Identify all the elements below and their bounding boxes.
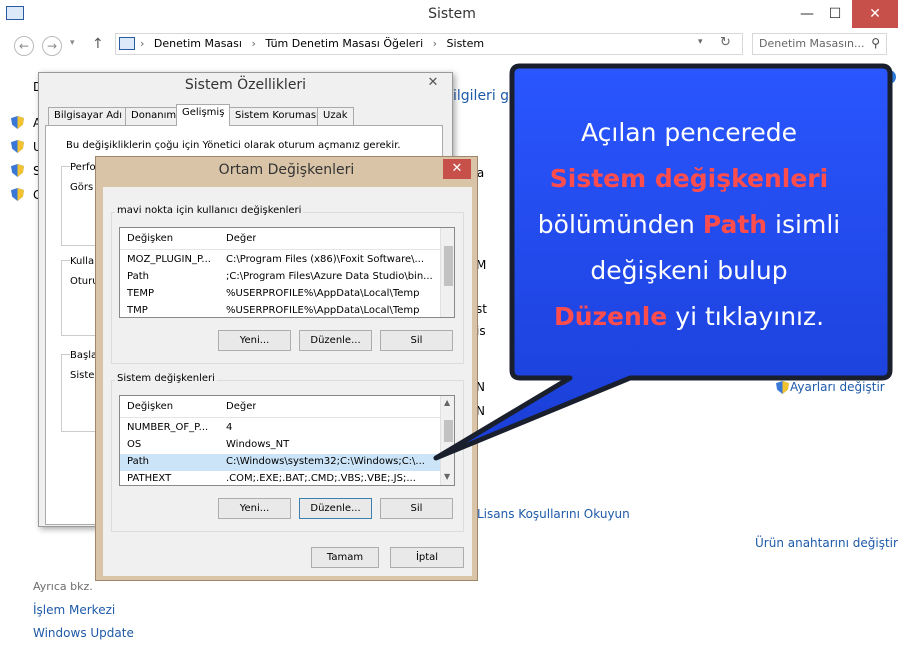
row-value: %USERPROFILE%\AppData\Local\Temp: [226, 305, 420, 316]
user-profiles-sub: Oturu: [70, 276, 98, 287]
tab-advanced[interactable]: Gelişmiş: [176, 104, 231, 126]
windows-update-link[interactable]: Windows Update: [33, 626, 134, 640]
breadcrumb-sep-icon: ›: [140, 37, 145, 50]
callout-line-5: Düzenle yi tıklayınız.: [487, 294, 891, 340]
system-edit-button[interactable]: Düzenle...: [299, 498, 372, 519]
row-variable: Path: [127, 456, 149, 467]
row-variable: PATHEXT: [127, 473, 172, 484]
back-arrow-icon[interactable]: ←: [14, 36, 34, 56]
breadcrumb-sep-icon: ›: [251, 37, 256, 50]
row-variable: TEMP: [127, 288, 155, 299]
list-header: Değişken Değer: [120, 396, 440, 418]
search-icon[interactable]: ⚲: [871, 36, 880, 50]
search-input[interactable]: Denetim Masasın... ⚲: [752, 33, 887, 55]
row-variable: TMP: [127, 305, 148, 316]
window-close-button[interactable]: ✕: [852, 0, 898, 28]
breadcrumb-sep-icon: ›: [432, 37, 438, 50]
column-variable[interactable]: Değişken: [127, 233, 173, 244]
table-row[interactable]: Path ;C:\Program Files\Azure Data Studio…: [120, 269, 440, 286]
callout-line-3: bölümünden Path isimli: [487, 202, 891, 248]
row-value: .COM;.EXE;.BAT;.CMD;.VBS;.VBE;.JS;...: [226, 473, 416, 484]
table-row[interactable]: TEMP %USERPROFILE%\AppData\Local\Temp: [120, 286, 440, 303]
row-value: C:\Windows\system32;C:\Windows;C:\...: [226, 456, 425, 467]
admin-note: Bu değişikliklerin çoğu için Yönetici ol…: [66, 140, 401, 151]
refresh-icon[interactable]: ↻: [720, 35, 731, 50]
table-row[interactable]: NUMBER_OF_P... 4: [120, 420, 440, 437]
callout-line-5b: yi tıklayınız.: [667, 302, 825, 331]
user-edit-button[interactable]: Düzenle...: [299, 330, 372, 351]
system-delete-button[interactable]: Sil: [380, 498, 453, 519]
up-arrow-icon[interactable]: ↑: [92, 36, 104, 52]
row-variable: Path: [127, 271, 149, 282]
user-new-button[interactable]: Yeni...: [218, 330, 291, 351]
address-bar[interactable]: › Denetim Masası › Tüm Denetim Masası Öğ…: [115, 33, 743, 55]
change-product-key-link[interactable]: Ürün anahtarını değiştir: [755, 536, 898, 550]
system-variables-label: Sistem değişkenleri: [115, 373, 217, 384]
tab-computer-name[interactable]: Bilgisayar Adı: [48, 107, 129, 125]
tab-system-protection[interactable]: Sistem Koruması: [229, 107, 325, 125]
shield-icon: [11, 164, 24, 177]
breadcrumb: › Denetim Masası › Tüm Denetim Masası Öğ…: [140, 37, 484, 50]
list-header: Değişken Değer: [120, 228, 440, 250]
control-panel-icon: [119, 37, 135, 50]
user-variables-label: mavi nokta için kullanıcı değişkenleri: [115, 205, 304, 216]
scroll-down-icon[interactable]: ▼: [444, 472, 450, 481]
row-value: %USERPROFILE%\AppData\Local\Temp: [226, 288, 420, 299]
startup-sub: Siste: [70, 370, 95, 381]
table-row[interactable]: OS Windows_NT: [120, 437, 440, 454]
system-variables-list[interactable]: Değişken Değer NUMBER_OF_P... 4 OS Windo…: [119, 395, 455, 486]
table-row[interactable]: PATHEXT .COM;.EXE;.BAT;.CMD;.VBS;.VBE;.J…: [120, 471, 440, 485]
address-dropdown-icon[interactable]: ▾: [698, 37, 703, 47]
shield-icon: [11, 116, 24, 129]
callout-line-3b: Path: [702, 210, 768, 239]
callout-line-3c: isimli: [767, 210, 841, 239]
breadcrumb-all-items[interactable]: Tüm Denetim Masası Öğeleri: [265, 37, 423, 50]
row-variable: NUMBER_OF_P...: [127, 422, 209, 433]
row-variable: OS: [127, 439, 142, 450]
tab-remote[interactable]: Uzak: [317, 107, 354, 125]
breadcrumb-control-panel[interactable]: Denetim Masası: [154, 37, 242, 50]
column-value[interactable]: Değer: [226, 233, 256, 244]
callout-line-4: değişkeni bulup: [590, 256, 788, 285]
system-new-button[interactable]: Yeni...: [218, 498, 291, 519]
action-center-link[interactable]: İşlem Merkezi: [33, 603, 115, 617]
table-row[interactable]: TMP %USERPROFILE%\AppData\Local\Temp: [120, 303, 440, 317]
system-properties-title: Sistem Özellikleri: [184, 77, 307, 93]
table-row-selected-path[interactable]: Path C:\Windows\system32;C:\Windows;C:\.…: [120, 454, 440, 471]
user-variables-list[interactable]: Değişken Değer MOZ_PLUGIN_P... C:\Progra…: [119, 227, 455, 318]
row-variable: MOZ_PLUGIN_P...: [127, 254, 211, 265]
environment-variables-body: mavi nokta için kullanıcı değişkenleri D…: [103, 187, 472, 576]
breadcrumb-system[interactable]: Sistem: [447, 37, 485, 50]
minimize-button[interactable]: —: [794, 0, 820, 28]
cancel-button[interactable]: İptal: [390, 547, 464, 568]
search-placeholder: Denetim Masasın...: [759, 37, 865, 50]
row-value: 4: [226, 422, 233, 433]
window-title: Sistem: [428, 6, 476, 22]
license-terms-link[interactable]: Lisans Koşullarını Okuyun: [477, 507, 630, 521]
ok-button[interactable]: Tamam: [311, 547, 379, 568]
see-also-heading: Ayrıca bkz.: [33, 580, 93, 593]
performance-sub: Görs: [70, 182, 94, 193]
maximize-button[interactable]: ☐: [822, 0, 848, 28]
table-row[interactable]: MOZ_PLUGIN_P... C:\Program Files (x86)\F…: [120, 252, 440, 269]
row-value: Windows_NT: [226, 439, 290, 450]
recent-chevron-icon[interactable]: ▾: [70, 38, 75, 48]
shield-icon: [11, 188, 24, 201]
callout-line-2: Sistem değişkenleri: [549, 164, 829, 193]
callout-text: Açılan pencerede Sistem değişkenleri böl…: [487, 110, 891, 340]
callout-line-5a: Düzenle: [553, 302, 668, 331]
column-value[interactable]: Değer: [226, 401, 256, 412]
row-value: ;C:\Program Files\Azure Data Studio\bin.…: [226, 271, 433, 282]
tab-hardware[interactable]: Donanım: [125, 107, 183, 125]
row-value: C:\Program Files (x86)\Foxit Software\..…: [226, 254, 425, 265]
callout-line-3a: bölümünden: [537, 210, 703, 239]
forward-arrow-icon[interactable]: →: [42, 36, 62, 56]
shield-icon: [11, 140, 24, 153]
column-variable[interactable]: Değişken: [127, 401, 173, 412]
callout-line-1: Açılan pencerede: [581, 118, 797, 147]
